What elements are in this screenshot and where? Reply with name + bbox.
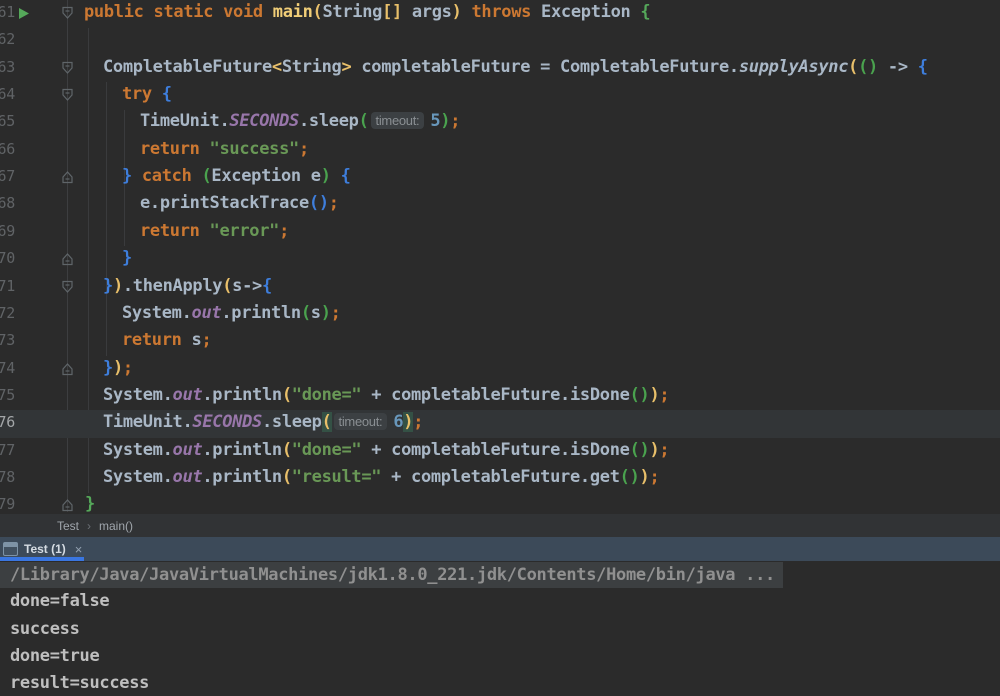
code-line[interactable]: 71 }).thenApply(s->{	[0, 274, 1000, 302]
code-text: TimeUnit.SECONDS.sleep(timeout: 5);	[140, 111, 461, 132]
code-line[interactable]: 73 return s;	[0, 328, 1000, 356]
run-tab-label: Test (1)	[24, 542, 66, 556]
fold-up-icon[interactable]	[61, 497, 74, 512]
run-icon[interactable]	[17, 5, 30, 19]
code-line[interactable]: 77 System.out.println("done=" + completab…	[0, 438, 1000, 466]
close-icon[interactable]: ×	[75, 542, 83, 557]
code-line[interactable]: 75 System.out.println("done=" + completab…	[0, 383, 1000, 411]
code-line[interactable]: 74});	[0, 356, 1000, 384]
line-number[interactable]: 66	[0, 140, 15, 158]
code-line[interactable]: 68 e.printStackTrace();	[0, 191, 1000, 219]
line-number[interactable]: 72	[0, 304, 15, 322]
code-line[interactable]: 69 return "error";	[0, 219, 1000, 247]
run-console-output[interactable]: /Library/Java/JavaVirtualMachines/jdk1.8…	[0, 561, 1000, 696]
code-text: try {	[122, 84, 172, 105]
code-text: System.out.println(s);	[122, 302, 341, 323]
line-number[interactable]: 63	[0, 58, 15, 76]
line-number[interactable]: 78	[0, 468, 15, 486]
console-output-line: result=success	[10, 673, 150, 694]
editor[interactable]: 61 public static void main(String[] args)…	[0, 0, 1000, 519]
code-line[interactable]: 61 public static void main(String[] args)…	[0, 0, 1000, 28]
code-line[interactable]: 65 TimeUnit.SECONDS.sleep(timeout: 5);	[0, 109, 1000, 137]
code-text: System.out.println("done=" + completable…	[103, 439, 670, 460]
console-output-line: done=false	[10, 591, 110, 612]
code-line[interactable]: 76 TimeUnit.SECONDS.sleep(timeout: 6);	[0, 410, 1000, 439]
line-number[interactable]: 64	[0, 85, 15, 103]
code-text: e.printStackTrace();	[140, 193, 339, 214]
code-text: } catch (Exception e) {	[122, 166, 351, 187]
run-toolwindow-icon	[3, 542, 18, 556]
code-text: return s;	[122, 330, 212, 351]
breadcrumb-separator-icon: ›	[87, 518, 92, 533]
line-number[interactable]: 67	[0, 167, 15, 185]
code-line[interactable]: 62	[0, 27, 1000, 55]
console-output-line: success	[10, 618, 80, 639]
code-text: System.out.println("done=" + completable…	[103, 384, 670, 405]
fold-up-icon[interactable]	[61, 251, 74, 266]
line-number[interactable]: 70	[0, 249, 15, 267]
line-number[interactable]: 68	[0, 194, 15, 212]
fold-down-icon[interactable]	[61, 60, 74, 74]
line-number[interactable]: 77	[0, 441, 15, 459]
breadcrumb-item-class[interactable]: Test	[57, 519, 79, 533]
code-line[interactable]: 70}	[0, 246, 1000, 274]
line-number[interactable]: 73	[0, 331, 15, 349]
code-text: return "success";	[140, 138, 309, 159]
console-output-line: done=true	[10, 645, 100, 666]
code-text: public static void main(String[] args) t…	[84, 2, 651, 22]
code-line[interactable]: 63 CompletableFuture<String> completableF…	[0, 55, 1000, 83]
line-number[interactable]: 75	[0, 386, 15, 404]
run-toolwindow-header: Test (1) ×	[0, 537, 1000, 561]
parameter-hint: timeout:	[370, 112, 425, 130]
fold-up-icon[interactable]	[61, 361, 74, 375]
code-line[interactable]: 78 System.out.println("result=" + complet…	[0, 465, 1000, 493]
console-command-line: /Library/Java/JavaVirtualMachines/jdk1.8…	[0, 561, 1000, 588]
fold-up-icon[interactable]	[61, 169, 74, 184]
code-text: }).thenApply(s->{	[103, 275, 272, 296]
code-line[interactable]: 72 System.out.println(s);	[0, 301, 1000, 329]
code-text: return "error";	[140, 220, 290, 241]
breadcrumb-item-method[interactable]: main()	[99, 519, 133, 533]
code-line[interactable]: 67 } catch (Exception e) {	[0, 164, 1000, 192]
line-number[interactable]: 76	[0, 413, 15, 431]
line-number[interactable]: 74	[0, 359, 15, 377]
parameter-hint: timeout:	[333, 413, 388, 431]
code-line[interactable]: 64 try {	[0, 82, 1000, 110]
line-number[interactable]: 62	[0, 30, 15, 48]
fold-down-icon[interactable]	[61, 87, 74, 101]
code-text: });	[103, 357, 133, 378]
code-text: System.out.println("result=" + completab…	[103, 466, 660, 487]
code-text: }	[85, 494, 95, 515]
ide-window: 61 public static void main(String[] args)…	[0, 0, 1000, 696]
line-number[interactable]: 65	[0, 112, 15, 130]
fold-down-icon[interactable]	[61, 5, 74, 19]
line-number[interactable]: 69	[0, 222, 15, 240]
breadcrumb: Test › main()	[0, 514, 1000, 537]
line-number[interactable]: 79	[0, 495, 15, 513]
code-line[interactable]: 66 return "success";	[0, 137, 1000, 165]
line-number[interactable]: 61	[0, 3, 15, 21]
code-text: TimeUnit.SECONDS.sleep(timeout: 6);	[103, 412, 424, 433]
fold-down-icon[interactable]	[61, 279, 74, 293]
console-command-text: /Library/Java/JavaVirtualMachines/jdk1.8…	[0, 562, 783, 588]
code-text: }	[122, 248, 132, 269]
code-text: CompletableFuture<String> completableFut…	[103, 56, 928, 77]
line-number[interactable]: 71	[0, 277, 15, 295]
